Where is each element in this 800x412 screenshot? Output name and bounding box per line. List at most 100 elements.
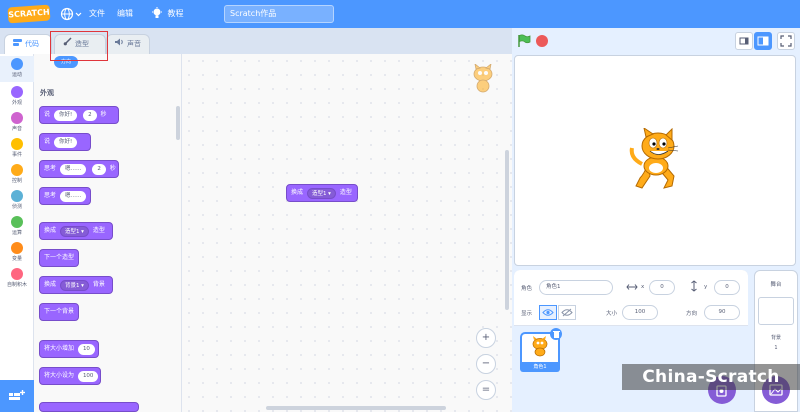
category-control[interactable]: 控制 bbox=[0, 162, 34, 188]
fullscreen-button[interactable] bbox=[777, 32, 795, 50]
motion-dot-icon bbox=[11, 58, 23, 70]
say-block[interactable]: 说 你好! bbox=[39, 133, 91, 151]
looks-section-heading: 外观 bbox=[40, 89, 54, 97]
costume-dropdown[interactable]: 造型1 ▾ bbox=[306, 187, 336, 199]
block-number-input[interactable]: 2 bbox=[83, 109, 97, 121]
size-label: 大小 bbox=[606, 311, 618, 317]
scratch-cat-sprite[interactable] bbox=[628, 128, 686, 192]
costume-dropdown[interactable]: 造型1 ▾ bbox=[59, 225, 89, 237]
workspace-switch-costume-block[interactable]: 换成 造型1 ▾ 造型 bbox=[286, 184, 358, 202]
block-text: 换成 bbox=[291, 189, 304, 196]
category-label: 自制积木 bbox=[6, 282, 27, 288]
block-text: 造型 bbox=[339, 189, 352, 196]
backdrop-label: 背景 bbox=[770, 335, 781, 341]
speaker-icon bbox=[115, 35, 124, 53]
tutorials-button[interactable]: 教程 bbox=[152, 7, 192, 21]
variables-dot-icon bbox=[11, 242, 23, 254]
backdrop-dropdown[interactable]: 背景1 ▾ bbox=[59, 279, 89, 291]
block-text-input[interactable]: 嗯…… bbox=[59, 190, 87, 202]
category-label: 运算 bbox=[11, 230, 22, 236]
block-text: 说 bbox=[44, 138, 51, 145]
looks-dot-icon bbox=[11, 86, 23, 98]
site-watermark: China-Scratch bbox=[622, 364, 800, 390]
category-events[interactable]: 事件 bbox=[0, 136, 34, 162]
category-my-blocks[interactable]: 自制积木 bbox=[0, 266, 34, 292]
block-number-input[interactable]: 100 bbox=[77, 370, 99, 382]
think-for-secs-block[interactable]: 思考 嗯…… 2 秒 bbox=[39, 160, 119, 178]
zoom-out-button[interactable]: − bbox=[476, 354, 496, 374]
stage-thumbnail[interactable] bbox=[758, 297, 794, 325]
stop-button[interactable] bbox=[536, 35, 548, 47]
scratch-logo[interactable]: SCRATCH bbox=[7, 4, 51, 24]
stage-pane-title: 舞台 bbox=[770, 282, 782, 288]
category-sensing[interactable]: 侦测 bbox=[0, 188, 34, 214]
add-extension-button[interactable] bbox=[0, 380, 34, 412]
normal-stage-button[interactable] bbox=[754, 32, 772, 50]
palette-scrollbar[interactable] bbox=[176, 106, 180, 140]
category-operators[interactable]: 运算 bbox=[0, 214, 34, 240]
block-text-input[interactable]: 嗯…… bbox=[59, 163, 87, 175]
category-sound[interactable]: 声音 bbox=[0, 110, 34, 136]
workspace-vertical-scrollbar[interactable] bbox=[505, 150, 509, 310]
partial-block[interactable] bbox=[39, 402, 139, 412]
category-label: 变量 bbox=[11, 256, 22, 262]
change-size-block[interactable]: 将大小增加 10 bbox=[39, 340, 99, 358]
category-variables[interactable]: 变量 bbox=[0, 240, 34, 266]
y-input[interactable]: 0 bbox=[714, 280, 740, 295]
block-text: 说 bbox=[44, 111, 51, 118]
project-title-input[interactable]: Scratch作品 bbox=[224, 5, 334, 23]
category-label: 控制 bbox=[11, 178, 22, 184]
block-text: 思考 bbox=[44, 165, 57, 172]
code-workspace[interactable] bbox=[182, 54, 512, 412]
show-sprite-button[interactable] bbox=[539, 305, 557, 320]
category-menu: 运动 外观 声音 事件 控制 侦测 运算 变量 自制积木 bbox=[0, 54, 34, 380]
switch-costume-block[interactable]: 换成 造型1 ▾ 造型 bbox=[39, 222, 113, 240]
category-label: 声音 bbox=[11, 126, 22, 132]
zoom-in-button[interactable]: + bbox=[476, 328, 496, 348]
block-number-input[interactable]: 2 bbox=[92, 163, 106, 175]
menu-bar: SCRATCH 文件 编辑 教程 Scratch作品 bbox=[0, 0, 800, 28]
block-text: 背景 bbox=[92, 281, 105, 288]
next-backdrop-block[interactable]: 下一个背景 bbox=[39, 303, 79, 321]
think-block[interactable]: 思考 嗯…… bbox=[39, 187, 91, 205]
block-number-input[interactable]: 10 bbox=[77, 343, 95, 355]
switch-backdrop-block[interactable]: 换成 背景1 ▾ 背景 bbox=[39, 276, 113, 294]
block-text-input[interactable]: 你好! bbox=[53, 109, 78, 121]
block-text: 换成 bbox=[44, 227, 57, 234]
block-text: 将大小设为 bbox=[44, 372, 75, 379]
size-input[interactable]: 100 bbox=[622, 305, 658, 320]
sprite-name-input[interactable]: 角色1 bbox=[539, 280, 613, 295]
zoom-reset-button[interactable]: = bbox=[476, 380, 496, 400]
next-costume-block[interactable]: 下一个造型 bbox=[39, 249, 79, 267]
say-for-secs-block[interactable]: 说 你好! 2 秒 bbox=[39, 106, 119, 124]
eye-icon bbox=[542, 309, 554, 316]
control-dot-icon bbox=[11, 164, 23, 176]
tutorials-label: 教程 bbox=[167, 8, 184, 18]
x-label: x bbox=[641, 284, 645, 290]
green-flag-icon[interactable] bbox=[517, 34, 531, 48]
set-size-block[interactable]: 将大小设为 100 bbox=[39, 367, 101, 385]
sprite-thumb-cat-icon bbox=[532, 336, 548, 357]
block-text-input[interactable]: 你好! bbox=[53, 136, 78, 148]
operators-dot-icon bbox=[11, 216, 23, 228]
language-menu[interactable] bbox=[60, 7, 82, 21]
fullscreen-icon bbox=[780, 35, 792, 47]
small-stage-button[interactable] bbox=[735, 32, 753, 50]
tab-sounds[interactable]: 声音 bbox=[106, 34, 150, 54]
tab-code[interactable]: 代码 bbox=[4, 34, 52, 54]
sprite-name-label: 角色 bbox=[521, 286, 533, 292]
sensing-dot-icon bbox=[11, 190, 23, 202]
category-looks[interactable]: 外观 bbox=[0, 84, 34, 110]
direction-input[interactable]: 90 bbox=[704, 305, 740, 320]
x-input[interactable]: 0 bbox=[649, 280, 675, 295]
show-label: 显示 bbox=[521, 311, 533, 317]
delete-sprite-button[interactable] bbox=[550, 328, 562, 340]
hide-sprite-button[interactable] bbox=[558, 305, 576, 320]
edit-menu[interactable]: 编辑 bbox=[117, 8, 133, 19]
workspace-horizontal-scrollbar[interactable] bbox=[266, 406, 446, 410]
category-label: 运动 bbox=[11, 72, 22, 78]
small-stage-icon bbox=[739, 37, 749, 45]
file-menu[interactable]: 文件 bbox=[89, 8, 105, 19]
sound-dot-icon bbox=[11, 112, 23, 124]
category-motion[interactable]: 运动 bbox=[0, 56, 34, 82]
